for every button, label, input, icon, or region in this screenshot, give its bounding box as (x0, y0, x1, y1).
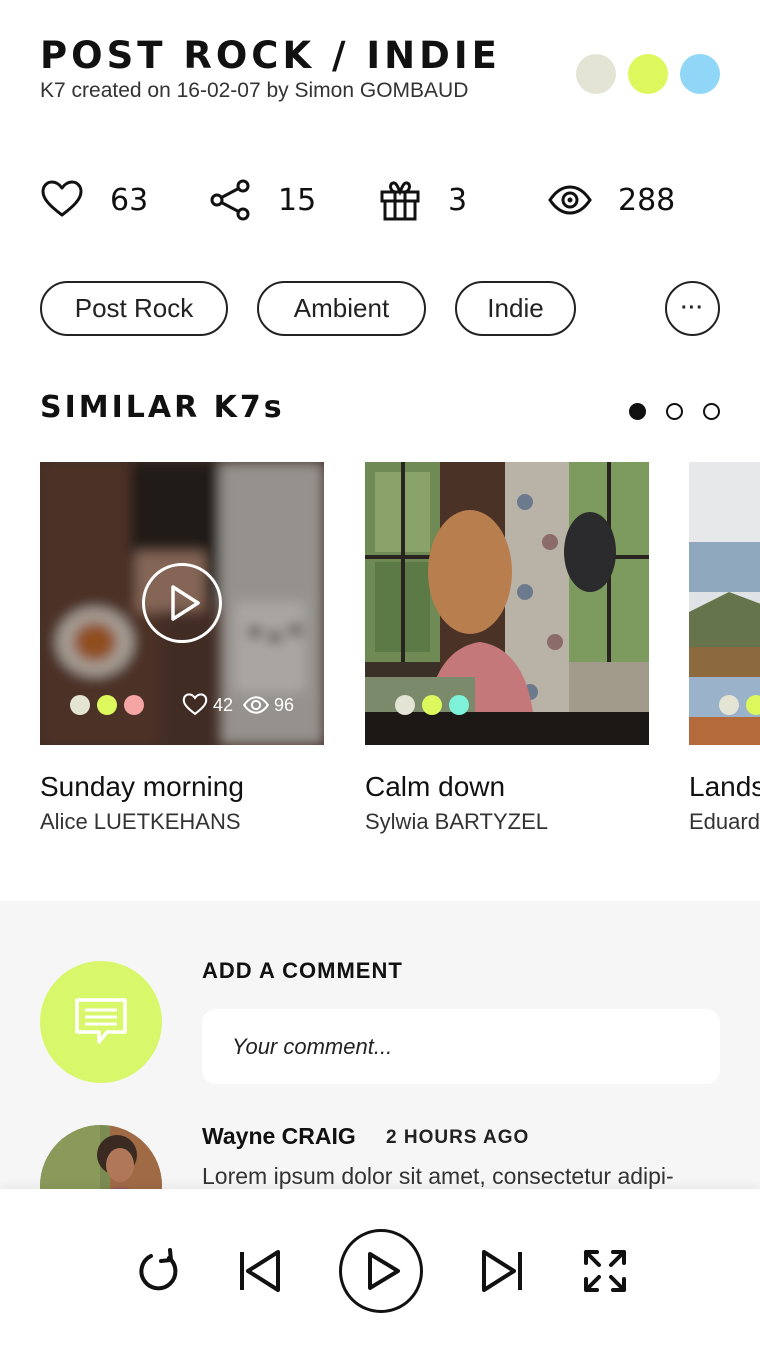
replay-icon (139, 1248, 178, 1291)
card-thumbnail[interactable] (365, 462, 649, 745)
card-stats: 42 96 (182, 692, 294, 718)
color-swatch (97, 695, 117, 715)
shares-count: 15 (278, 182, 317, 218)
color-swatch (449, 695, 469, 715)
header: POST ROCK / INDIE K7 created on 16-02-07… (40, 34, 720, 124)
tag-list: Post Rock Ambient Indie ··· (40, 281, 720, 337)
card-swatches (395, 695, 469, 715)
comment-icon (75, 998, 127, 1044)
likes-count: 63 (110, 182, 149, 218)
play-preview-button[interactable] (142, 563, 222, 643)
color-swatch (70, 695, 90, 715)
section-title: SIMILAR K7s (40, 390, 285, 425)
views-count: 288 (618, 182, 676, 218)
previous-icon (240, 1250, 280, 1292)
next-button[interactable] (476, 1244, 530, 1298)
replay-button[interactable] (132, 1244, 186, 1298)
fullscreen-icon (584, 1250, 626, 1292)
color-swatches (576, 54, 720, 94)
similar-card[interactable]: 42 96 Sunday morning Alice LUETKEHANS (40, 462, 324, 835)
carousel-pager (629, 403, 720, 420)
color-swatch (746, 695, 760, 715)
tag-chip[interactable]: Ambient (257, 281, 426, 336)
color-swatch (719, 695, 739, 715)
similar-carousel[interactable]: 42 96 Sunday morning Alice LUETKEHANS Ca… (0, 462, 760, 852)
shares-stat[interactable]: 15 (208, 178, 316, 222)
play-icon (171, 585, 200, 621)
likes-stat[interactable]: 63 (40, 178, 148, 222)
card-author[interactable]: Eduardo (689, 809, 760, 835)
play-button[interactable] (339, 1229, 423, 1313)
card-author[interactable]: Sylwia BARTYZEL (365, 809, 649, 835)
add-comment-label: ADD A COMMENT (202, 958, 403, 983)
eye-icon (548, 185, 592, 215)
pager-dot[interactable] (666, 403, 683, 420)
views-stat: 288 (548, 178, 675, 222)
card-title[interactable]: Calm down (365, 771, 649, 803)
tag-chip[interactable]: Indie (455, 281, 576, 336)
stats-bar: 63 15 3 288 (40, 172, 720, 228)
tag-chip[interactable]: Post Rock (40, 281, 228, 336)
next-icon (482, 1250, 522, 1292)
fullscreen-button[interactable] (578, 1244, 632, 1298)
play-icon (368, 1252, 400, 1290)
color-swatch (395, 695, 415, 715)
color-swatch (680, 54, 720, 94)
comments-section: ADD A COMMENT Wayne CRAIG 2 HOURS AGO Lo… (0, 901, 760, 1247)
card-title[interactable]: Sunday morning (40, 771, 324, 803)
similar-card[interactable]: Landscape Eduardo (689, 462, 760, 835)
heart-icon (182, 693, 208, 716)
comment-input[interactable] (202, 1009, 720, 1084)
comment-text: Lorem ipsum dolor sit amet, consectetur … (202, 1163, 674, 1189)
share-icon (210, 179, 250, 221)
heart-icon (41, 180, 83, 217)
gift-icon (380, 181, 420, 221)
more-tags-button[interactable]: ··· (665, 281, 720, 336)
comment-bubble (40, 961, 162, 1083)
color-swatch (422, 695, 442, 715)
color-swatch (124, 695, 144, 715)
eye-icon (242, 696, 269, 714)
card-swatches (70, 695, 144, 715)
player-bar (0, 1189, 760, 1351)
card-author[interactable]: Alice LUETKEHANS (40, 809, 324, 835)
pager-dot[interactable] (703, 403, 720, 420)
similar-card[interactable]: Calm down Sylwia BARTYZEL (365, 462, 649, 835)
card-title[interactable]: Landscape (689, 771, 760, 803)
card-views: 96 (273, 694, 294, 715)
card-thumbnail[interactable] (689, 462, 760, 745)
comment-author[interactable]: Wayne CRAIG (202, 1123, 356, 1150)
previous-button[interactable] (232, 1244, 286, 1298)
color-swatch (628, 54, 668, 94)
card-swatches (719, 695, 760, 715)
gifts-count: 3 (448, 182, 468, 218)
pager-dot-active[interactable] (629, 403, 646, 420)
card-likes: 42 (212, 694, 233, 715)
card-thumbnail[interactable]: 42 96 (40, 462, 324, 745)
comment-time: 2 HOURS AGO (386, 1127, 530, 1148)
color-swatch (576, 54, 616, 94)
gifts-stat[interactable]: 3 (378, 178, 467, 222)
